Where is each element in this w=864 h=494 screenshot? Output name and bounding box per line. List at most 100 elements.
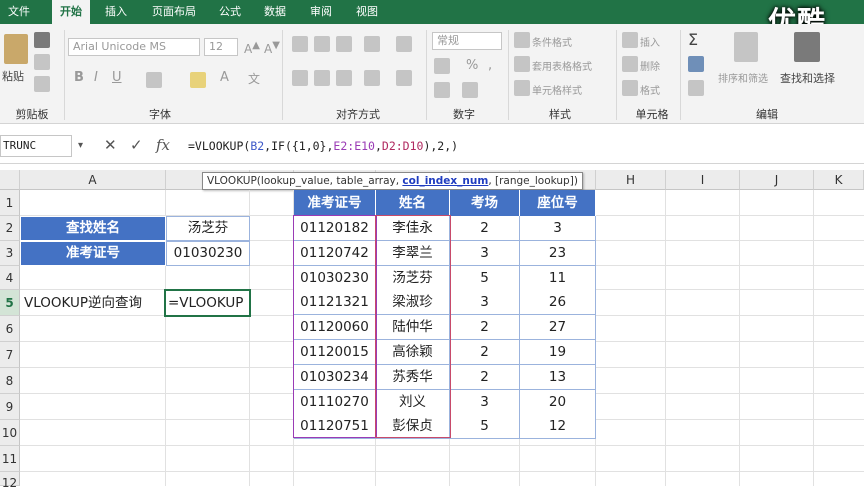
percent-icon[interactable]: % — [466, 58, 478, 73]
font-name-combo[interactable]: Arial Unicode MS — [68, 38, 200, 56]
cell-id[interactable]: 01030230 — [294, 265, 376, 291]
sort-filter-button[interactable]: 排序和筛选 — [718, 70, 768, 85]
tab-view[interactable]: 视图 — [348, 0, 386, 24]
formula-input[interactable]: =VLOOKUP(B2,IF({1,0},E2:E10,D2:D10),2,) — [188, 128, 458, 164]
cell-seat[interactable]: 26 — [520, 290, 596, 316]
underline-icon[interactable]: U — [112, 70, 122, 85]
cell-room[interactable]: 2 — [450, 315, 520, 341]
lookup-id-value[interactable]: 01030230 — [166, 241, 250, 266]
row-header-5[interactable]: 5 — [0, 290, 20, 316]
table-header-name[interactable]: 姓名 — [376, 190, 450, 216]
font-grow-icon[interactable]: A▲ — [244, 40, 260, 56]
cell-room[interactable]: 2 — [450, 216, 520, 241]
table-header-id[interactable]: 准考证号 — [294, 190, 376, 216]
row-header-10[interactable]: 10 — [0, 420, 20, 446]
cell-id[interactable]: 01120182 — [294, 216, 376, 241]
lookup-name-label[interactable]: 查找姓名 — [20, 216, 166, 241]
autosum-icon[interactable]: Σ — [688, 30, 698, 49]
tab-insert[interactable]: 插入 — [98, 0, 134, 24]
lookup-name-value[interactable]: 汤芝芬 — [166, 216, 250, 241]
conditional-format-icon[interactable] — [514, 32, 530, 48]
format-as-table-icon[interactable] — [514, 56, 530, 72]
cell-id[interactable]: 01121321 — [294, 290, 376, 316]
orientation-icon[interactable] — [364, 36, 380, 52]
cell-id[interactable]: 01120751 — [294, 414, 376, 440]
cell-id[interactable]: 01110270 — [294, 389, 376, 415]
row-header-6[interactable]: 6 — [0, 316, 20, 342]
row-header-12[interactable]: 12 — [0, 472, 20, 490]
column-header-h[interactable]: H — [596, 170, 666, 190]
row-header-7[interactable]: 7 — [0, 342, 20, 368]
decrease-decimal-icon[interactable] — [462, 82, 478, 98]
cell-styles-button[interactable]: 单元格样式 — [532, 82, 582, 97]
format-painter-icon[interactable] — [34, 76, 50, 92]
fill-color-icon[interactable] — [190, 72, 206, 88]
tab-review[interactable]: 审阅 — [302, 0, 340, 24]
cell-name[interactable]: 苏秀华 — [376, 364, 450, 390]
cell-name[interactable]: 汤芝芬 — [376, 265, 450, 291]
cell-seat[interactable]: 11 — [520, 265, 596, 291]
font-size-combo[interactable]: 12 — [204, 38, 238, 56]
column-header-i[interactable]: I — [666, 170, 740, 190]
find-select-button[interactable]: 查找和选择 — [780, 70, 835, 86]
table-header-room[interactable]: 考场 — [450, 190, 520, 216]
cell-id[interactable]: 01120742 — [294, 240, 376, 266]
cell-name[interactable]: 梁淑珍 — [376, 290, 450, 316]
insert-function-icon[interactable]: fx — [156, 136, 170, 154]
lookup-id-label[interactable]: 准考证号 — [20, 241, 166, 266]
cancel-icon[interactable]: ✕ — [104, 136, 117, 154]
delete-cells-button[interactable]: 删除 — [640, 58, 660, 73]
cell-id[interactable]: 01120060 — [294, 315, 376, 341]
find-select-icon[interactable] — [794, 32, 820, 62]
cell-room[interactable]: 3 — [450, 389, 520, 415]
cell-id[interactable]: 01120015 — [294, 340, 376, 365]
select-all-corner[interactable] — [0, 170, 20, 190]
cell-name[interactable]: 李翠兰 — [376, 240, 450, 266]
table-header-seat[interactable]: 座位号 — [520, 190, 596, 216]
increase-decimal-icon[interactable] — [434, 82, 450, 98]
column-header-k[interactable]: K — [814, 170, 864, 190]
cell-a5[interactable]: VLOOKUP逆向查询 — [24, 290, 142, 316]
cell-seat[interactable]: 27 — [520, 315, 596, 341]
align-middle-icon[interactable] — [314, 36, 330, 52]
align-center-icon[interactable] — [314, 70, 330, 86]
wrap-text-icon[interactable] — [396, 36, 412, 52]
cut-icon[interactable] — [34, 32, 50, 48]
sort-filter-icon[interactable] — [734, 32, 758, 62]
format-cells-icon[interactable] — [622, 80, 638, 96]
format-cells-button[interactable]: 格式 — [640, 82, 660, 97]
row-header-11[interactable]: 11 — [0, 446, 20, 472]
column-header-a[interactable]: A — [20, 170, 166, 190]
align-bottom-icon[interactable] — [336, 36, 352, 52]
cell-seat[interactable]: 3 — [520, 216, 596, 241]
merge-center-icon[interactable] — [396, 70, 412, 86]
row-header-3[interactable]: 3 — [0, 241, 20, 266]
number-format-combo[interactable]: 常规 — [432, 32, 502, 50]
cell-name[interactable]: 彭保贞 — [376, 414, 450, 440]
insert-cells-icon[interactable] — [622, 32, 638, 48]
currency-icon[interactable] — [434, 58, 450, 74]
cell-seat[interactable]: 19 — [520, 340, 596, 365]
copy-icon[interactable] — [34, 54, 50, 70]
cell-name[interactable]: 刘义 — [376, 389, 450, 415]
align-left-icon[interactable] — [292, 70, 308, 86]
row-header-1[interactable]: 1 — [0, 190, 20, 216]
row-header-2[interactable]: 2 — [0, 216, 20, 241]
column-header-j[interactable]: J — [740, 170, 814, 190]
delete-cells-icon[interactable] — [622, 56, 638, 72]
format-as-table-button[interactable]: 套用表格格式 — [532, 58, 592, 73]
active-cell-b5[interactable]: =VLOOKUP — [164, 289, 251, 317]
enter-icon[interactable]: ✓ — [130, 136, 143, 154]
cell-id[interactable]: 01030234 — [294, 364, 376, 390]
cell-seat[interactable]: 13 — [520, 364, 596, 390]
phonetic-icon[interactable]: 文 — [248, 70, 260, 87]
cell-seat[interactable]: 23 — [520, 240, 596, 266]
paste-icon[interactable] — [4, 34, 28, 64]
cell-room[interactable]: 2 — [450, 364, 520, 390]
cell-room[interactable]: 3 — [450, 240, 520, 266]
tab-formulas[interactable]: 公式 — [212, 0, 248, 24]
tab-home[interactable]: 开始 — [52, 0, 90, 24]
cell-seat[interactable]: 20 — [520, 389, 596, 415]
cell-name[interactable]: 高徐颖 — [376, 340, 450, 365]
font-color-icon[interactable]: A — [220, 70, 229, 85]
